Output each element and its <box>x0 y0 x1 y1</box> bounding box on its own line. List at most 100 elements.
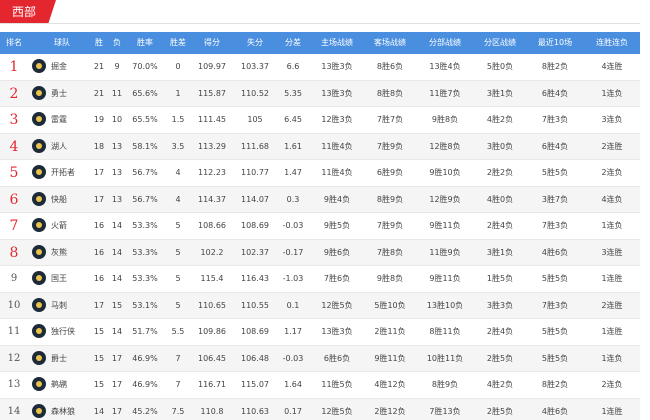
team-name[interactable]: 雷霆 <box>51 115 67 124</box>
team-logo-icon[interactable] <box>32 218 46 232</box>
team-logo-icon[interactable] <box>32 244 46 259</box>
team-name[interactable]: 湖人 <box>51 142 67 151</box>
tab-divider <box>0 23 640 24</box>
team-logo-icon[interactable] <box>32 85 46 100</box>
win-pct-cell: 53.3% <box>132 274 158 283</box>
streak-cell: 1连负 <box>601 88 623 98</box>
header-home-record: 主场战绩 <box>321 38 353 47</box>
losses-cell: 13 <box>111 168 123 177</box>
rank-cell: 13 <box>7 379 21 390</box>
table-row: 4 湖人 18 13 58.1% 3.5 113.29 111.68 1.61 11胜4负 7胜9负… <box>0 133 640 160</box>
team-logo-icon[interactable] <box>32 138 46 153</box>
rank-cell: 9 <box>10 273 18 284</box>
losses-cell: 10 <box>111 115 123 124</box>
games-behind-cell: 7 <box>175 380 181 389</box>
team-cell[interactable]: 马刺 <box>32 293 92 319</box>
team-name[interactable]: 火箭 <box>51 221 67 230</box>
team-cell[interactable]: 森林狼 <box>32 399 92 420</box>
opp-points-cell: 103.37 <box>241 62 269 71</box>
team-logo-icon[interactable] <box>32 191 46 206</box>
win-pct-cell: 58.1% <box>132 141 158 151</box>
team-logo-icon[interactable] <box>32 59 46 73</box>
team-logo-icon[interactable] <box>32 112 46 126</box>
header-division-record: 分区战绩 <box>484 38 516 47</box>
streak-cell: 1连负 <box>601 221 623 230</box>
wins-cell: 21 <box>93 88 105 98</box>
team-name[interactable]: 爵士 <box>51 354 67 363</box>
last-10-cell: 5胜5负 <box>541 353 569 363</box>
team-name[interactable]: 灰熊 <box>51 248 67 257</box>
points-cell: 116.71 <box>198 380 226 389</box>
team-cell[interactable]: 火箭 <box>32 213 92 239</box>
header-conference-record: 分部战绩 <box>429 38 461 47</box>
team-cell[interactable]: 开拓者 <box>32 160 92 186</box>
home-record-cell: 11胜5负 <box>321 380 353 389</box>
team-name[interactable]: 森林狼 <box>51 407 75 416</box>
team-cell[interactable]: 快船 <box>32 187 92 213</box>
team-logo-icon[interactable] <box>32 324 46 338</box>
team-name[interactable]: 掘金 <box>51 62 67 71</box>
win-pct-cell: 65.6% <box>132 88 158 98</box>
point-diff-cell: 0.17 <box>284 406 302 416</box>
team-cell[interactable]: 鹈鹕 <box>32 372 92 398</box>
team-name[interactable]: 国王 <box>51 274 67 283</box>
wins-cell: 16 <box>93 247 105 257</box>
header-wins: 胜 <box>95 38 103 47</box>
team-name[interactable]: 开拓者 <box>51 168 75 177</box>
losses-cell: 14 <box>111 247 123 257</box>
rank-cell: 1 <box>9 59 19 75</box>
win-pct-cell: 46.9% <box>132 353 158 363</box>
point-diff-cell: -0.03 <box>282 221 304 230</box>
streak-cell: 1连负 <box>601 353 623 363</box>
team-logo-icon[interactable] <box>32 377 46 391</box>
opp-points-cell: 110.55 <box>241 300 269 310</box>
streak-cell: 3连胜 <box>601 247 623 257</box>
standings-table: 1 掘金 21 9 70.0% 0 109.97 103.37 6.6 13胜3负 8胜6负 13胜4… <box>0 54 640 420</box>
team-logo-icon[interactable] <box>32 271 46 285</box>
win-pct-cell: 65.5% <box>132 115 158 124</box>
home-record-cell: 12胜5负 <box>321 406 353 416</box>
team-cell[interactable]: 雷霆 <box>32 107 92 133</box>
conference-record-cell: 13胜10负 <box>426 300 464 310</box>
win-pct-cell: 51.7% <box>132 327 158 336</box>
rank-cell: 10 <box>7 299 21 311</box>
conference-record-cell: 8胜11负 <box>429 327 461 336</box>
away-record-cell: 2胜12负 <box>374 406 406 416</box>
home-record-cell: 11胜4负 <box>321 141 353 151</box>
division-record-cell: 1胜5负 <box>486 274 514 283</box>
team-cell[interactable]: 勇士 <box>32 81 92 107</box>
points-cell: 106.45 <box>198 353 226 363</box>
team-name[interactable]: 独行侠 <box>51 327 75 336</box>
table-row: 12 爵士 15 17 46.9% 7 106.45 106.48 -0.03 6胜6负 9胜11负… <box>0 345 640 372</box>
team-cell[interactable]: 国王 <box>32 266 92 292</box>
conference-record-cell: 8胜9负 <box>431 380 459 389</box>
team-logo-icon[interactable] <box>32 297 46 312</box>
games-behind-cell: 7.5 <box>171 406 185 416</box>
team-name[interactable]: 勇士 <box>51 89 67 98</box>
team-logo-icon[interactable] <box>32 350 46 365</box>
win-pct-cell: 53.1% <box>132 300 158 310</box>
rank-cell: 11 <box>7 326 21 337</box>
division-record-cell: 2胜2负 <box>486 168 514 177</box>
wins-cell: 17 <box>93 300 105 310</box>
team-cell[interactable]: 爵士 <box>32 346 92 372</box>
home-record-cell: 11胜4负 <box>321 168 353 177</box>
team-name[interactable]: 马刺 <box>51 301 67 310</box>
team-name[interactable]: 鹈鹕 <box>51 380 67 389</box>
team-logo-icon[interactable] <box>32 403 46 418</box>
team-cell[interactable]: 湖人 <box>32 134 92 160</box>
team-cell[interactable]: 灰熊 <box>32 240 92 266</box>
team-logo-icon[interactable] <box>32 165 46 179</box>
tab-west[interactable]: 西部 <box>0 0 56 24</box>
games-behind-cell: 7 <box>175 353 181 363</box>
team-name[interactable]: 快船 <box>51 195 67 204</box>
conference-record-cell: 9胜10负 <box>429 168 461 177</box>
point-diff-cell: 1.61 <box>284 141 302 151</box>
team-cell[interactable]: 掘金 <box>32 54 92 80</box>
header-opp-points: 失分 <box>247 38 263 47</box>
losses-cell: 9 <box>114 62 120 71</box>
point-diff-cell: 1.64 <box>284 380 302 389</box>
losses-cell: 14 <box>111 221 123 230</box>
games-behind-cell: 0 <box>175 62 181 71</box>
team-cell[interactable]: 独行侠 <box>32 319 92 345</box>
